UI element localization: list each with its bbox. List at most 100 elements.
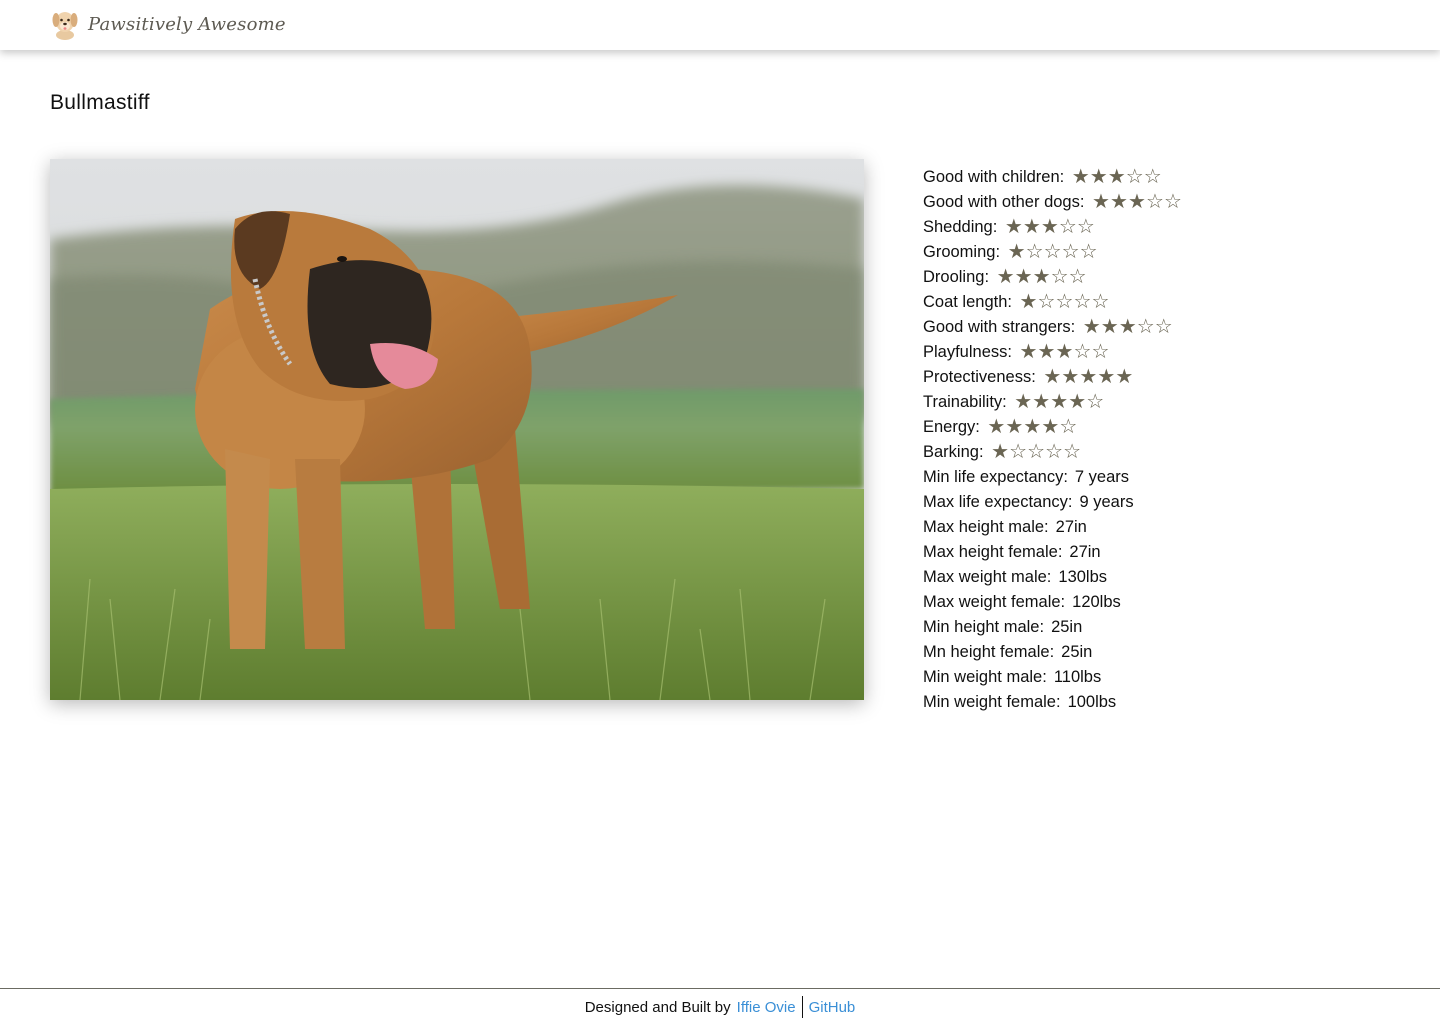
star-rating: ★ ☆ ☆ ☆ ☆ <box>1019 290 1110 315</box>
star-empty-icon: ☆ <box>1091 341 1110 363</box>
star-filled-icon: ★ <box>1068 391 1086 413</box>
star-empty-icon: ☆ <box>1068 266 1087 288</box>
star-filled-icon: ★ <box>1089 166 1108 188</box>
star-filled-icon: ★ <box>1004 216 1023 238</box>
footer-link-divider <box>801 996 803 1018</box>
trait-row: Shedding: ★ ★ ★ ☆ ☆ <box>923 215 1403 240</box>
star-empty-icon: ☆ <box>1058 216 1077 238</box>
star-filled-icon: ★ <box>1100 316 1119 338</box>
star-rating: ★ ★ ★ ☆ ☆ <box>996 265 1087 290</box>
star-empty-icon: ☆ <box>1091 291 1110 313</box>
trait-label: Min life expectancy: <box>923 468 1068 486</box>
trait-row: Good with strangers: ★ ★ ★ ☆ ☆ <box>923 315 1403 340</box>
star-empty-icon: ☆ <box>1055 291 1074 313</box>
footer-divider <box>0 988 1440 989</box>
star-filled-icon: ★ <box>1037 341 1056 363</box>
star-empty-icon: ☆ <box>1076 216 1095 238</box>
star-filled-icon: ★ <box>1019 291 1038 313</box>
star-empty-icon: ☆ <box>1143 166 1162 188</box>
trait-label: Good with other dogs: <box>923 193 1085 211</box>
star-filled-icon: ★ <box>1109 191 1128 213</box>
star-filled-icon: ★ <box>1022 216 1041 238</box>
star-rating: ★ ★ ★ ☆ ☆ <box>1004 215 1095 240</box>
top-navbar: Pawsitively Awesome <box>0 0 1440 50</box>
star-empty-icon: ☆ <box>1145 191 1164 213</box>
trait-label: Trainability: <box>923 393 1007 411</box>
star-empty-icon: ☆ <box>1025 241 1044 263</box>
trait-label: Mn height female: <box>923 643 1055 661</box>
trait-row: Coat length: ★ ☆ ☆ ☆ ☆ <box>923 290 1403 315</box>
star-rating: ★ ★ ★ ★ ☆ <box>1014 390 1104 415</box>
star-empty-icon: ☆ <box>1079 241 1098 263</box>
trait-value: 25in <box>1061 643 1093 661</box>
author-link[interactable]: Iffie Ovie <box>737 999 802 1016</box>
trait-label: Max weight female: <box>923 593 1066 611</box>
star-filled-icon: ★ <box>1097 366 1115 388</box>
star-filled-icon: ★ <box>1040 216 1059 238</box>
star-filled-icon: ★ <box>1071 166 1090 188</box>
trait-value: 130lbs <box>1058 568 1108 586</box>
star-rating: ★ ★ ★ ★ ☆ <box>987 415 1077 440</box>
star-filled-icon: ★ <box>1082 316 1101 338</box>
breed-traits-list: Good with children: ★ ★ ★ ☆ ☆ Good with other … <box>923 165 1403 715</box>
trait-label: Barking: <box>923 443 984 461</box>
trait-row: Protectiveness: ★ ★ ★ ★ ★ <box>923 365 1403 390</box>
trait-value: 100lbs <box>1067 693 1117 711</box>
trait-row: Min life expectancy: 7 years <box>923 465 1403 490</box>
github-link[interactable]: GitHub <box>809 999 856 1016</box>
footer: Designed and Built by Iffie Ovie GitHub <box>0 996 1440 1018</box>
trait-row: Max life expectancy: 9 years <box>923 490 1403 515</box>
trait-value: 7 years <box>1074 468 1130 486</box>
trait-row: Min weight female: 100lbs <box>923 690 1403 715</box>
star-rating: ★ ★ ★ ★ ★ <box>1043 365 1133 390</box>
star-filled-icon: ★ <box>1007 241 1026 263</box>
dog-face-icon <box>52 8 78 40</box>
star-empty-icon: ☆ <box>1086 391 1104 413</box>
trait-row: Energy: ★ ★ ★ ★ ☆ <box>923 415 1403 440</box>
star-filled-icon: ★ <box>1055 341 1074 363</box>
trait-value: 27in <box>1055 518 1087 536</box>
breed-photo <box>50 159 864 700</box>
star-empty-icon: ☆ <box>1037 291 1056 313</box>
star-empty-icon: ☆ <box>1073 291 1092 313</box>
star-empty-icon: ☆ <box>1154 316 1173 338</box>
star-empty-icon: ☆ <box>1163 191 1182 213</box>
star-empty-icon: ☆ <box>1073 341 1092 363</box>
star-filled-icon: ★ <box>1127 191 1146 213</box>
star-filled-icon: ★ <box>1014 266 1033 288</box>
star-filled-icon: ★ <box>1061 366 1079 388</box>
trait-value: 110lbs <box>1053 668 1102 686</box>
star-filled-icon: ★ <box>1118 316 1137 338</box>
star-filled-icon: ★ <box>1019 341 1038 363</box>
star-empty-icon: ☆ <box>1050 266 1069 288</box>
trait-label: Max height male: <box>923 518 1049 536</box>
star-filled-icon: ★ <box>1032 266 1051 288</box>
star-filled-icon: ★ <box>987 416 1005 438</box>
star-filled-icon: ★ <box>1014 391 1032 413</box>
star-filled-icon: ★ <box>1041 416 1059 438</box>
trait-label: Energy: <box>923 418 980 436</box>
trait-row: Mn height female: 25in <box>923 640 1403 665</box>
trait-row: Trainability: ★ ★ ★ ★ ☆ <box>923 390 1403 415</box>
star-empty-icon: ☆ <box>1063 441 1081 463</box>
breed-title: Bullmastiff <box>50 91 150 114</box>
trait-label: Min weight male: <box>923 668 1047 686</box>
trait-label: Protectiveness: <box>923 368 1036 386</box>
trait-row: Grooming: ★ ☆ ☆ ☆ ☆ <box>923 240 1403 265</box>
star-rating: ★ ★ ★ ☆ ☆ <box>1071 165 1162 190</box>
star-filled-icon: ★ <box>1043 366 1061 388</box>
star-filled-icon: ★ <box>1115 366 1133 388</box>
star-rating: ★ ★ ★ ☆ ☆ <box>1082 315 1173 340</box>
star-filled-icon: ★ <box>1005 416 1023 438</box>
trait-row: Max weight female: 120lbs <box>923 590 1403 615</box>
trait-row: Max height male: 27in <box>923 515 1403 540</box>
star-empty-icon: ☆ <box>1061 241 1080 263</box>
trait-row: Max height female: 27in <box>923 540 1403 565</box>
brand-home-link[interactable]: Pawsitively Awesome <box>52 8 286 40</box>
star-filled-icon: ★ <box>1079 366 1097 388</box>
trait-label: Good with strangers: <box>923 318 1076 336</box>
trait-row: Playfulness: ★ ★ ★ ☆ ☆ <box>923 340 1403 365</box>
trait-row: Good with other dogs: ★ ★ ★ ☆ ☆ <box>923 190 1403 215</box>
trait-row: Good with children: ★ ★ ★ ☆ ☆ <box>923 165 1403 190</box>
dog-photo-illustration <box>50 159 864 700</box>
